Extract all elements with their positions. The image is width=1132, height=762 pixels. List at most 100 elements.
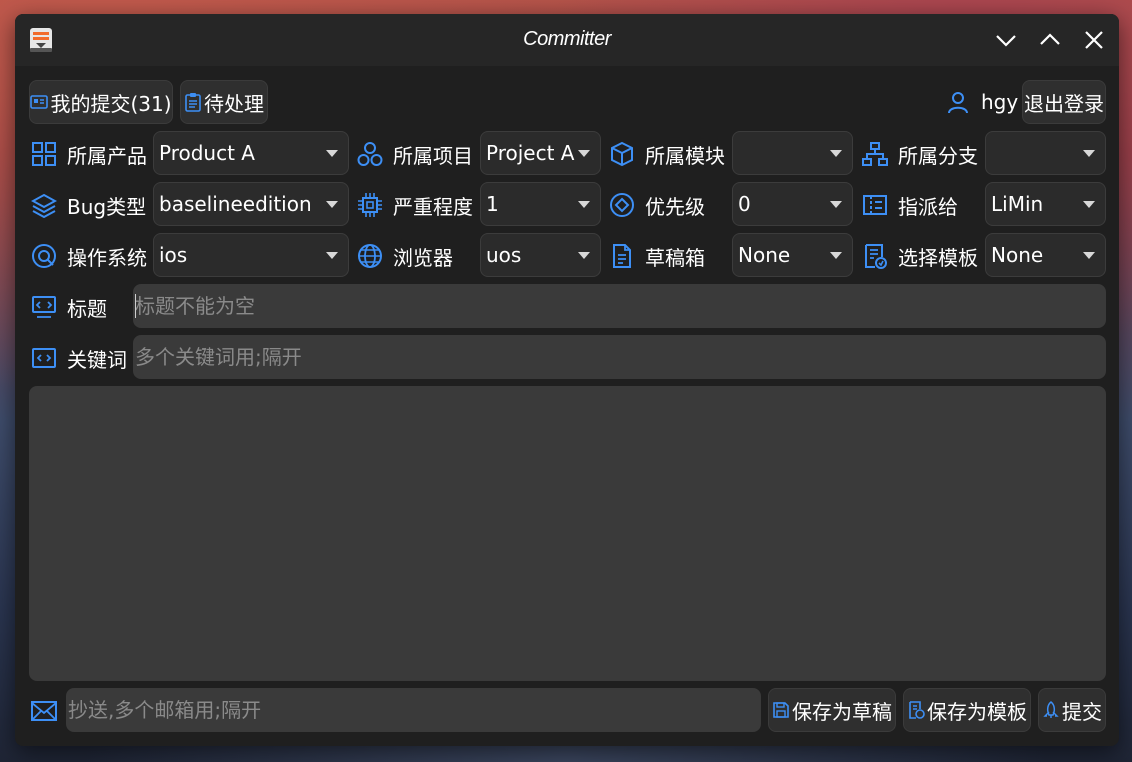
- module-select[interactable]: [732, 131, 853, 175]
- save-template-button[interactable]: 保存为模板: [903, 688, 1031, 732]
- template-label-group: 选择模板: [862, 234, 978, 278]
- chip-icon: [358, 193, 382, 217]
- template-save-icon: [909, 701, 925, 719]
- my-commits-label: 我的提交(31): [50, 91, 172, 116]
- mail-icon: [31, 701, 57, 721]
- severity-value: 1: [486, 192, 499, 216]
- sitemap-icon: [862, 142, 888, 166]
- project-label-group: 所属项目: [357, 132, 473, 176]
- dropdown-arrow-icon: [1083, 252, 1095, 259]
- product-label: 所属产品: [67, 143, 147, 168]
- product-select[interactable]: Product A: [153, 131, 349, 175]
- dropdown-arrow-icon: [326, 252, 338, 259]
- title-label: 标题: [67, 296, 107, 321]
- titlebar[interactable]: Committer: [15, 14, 1119, 66]
- pending-label: 待处理: [204, 91, 264, 116]
- keywords-input[interactable]: [133, 335, 1106, 379]
- project-label: 所属项目: [393, 143, 473, 168]
- globe-icon: [358, 244, 382, 268]
- assignee-label-group: 指派给: [862, 183, 958, 227]
- layers-icon: [31, 193, 57, 218]
- save-template-label: 保存为模板: [927, 699, 1027, 724]
- os-label: 操作系统: [67, 245, 147, 270]
- priority-label-group: 优先级: [609, 183, 705, 227]
- priority-label: 优先级: [645, 194, 705, 219]
- bug-type-value: baselineedition: [159, 192, 312, 216]
- project-select[interactable]: Project A: [480, 131, 601, 175]
- assignee-select[interactable]: LiMin: [985, 182, 1106, 226]
- save-draft-label: 保存为草稿: [792, 699, 892, 724]
- project-value: Project A: [486, 141, 575, 165]
- close-icon[interactable]: [1080, 26, 1108, 54]
- cc-email-input[interactable]: [66, 688, 761, 732]
- template-icon: [865, 244, 887, 269]
- dropdown-arrow-icon: [830, 150, 842, 157]
- assignee-label: 指派给: [898, 194, 958, 219]
- keywords-label: 关键词: [67, 347, 127, 372]
- user-icon: [948, 92, 968, 114]
- branch-select[interactable]: [985, 131, 1106, 175]
- description-textarea[interactable]: [29, 386, 1106, 681]
- severity-select[interactable]: 1: [480, 182, 601, 226]
- committer-window: Committer 我的提交(31) 待处理 hgy 退出登录 所属产品 Pro…: [15, 14, 1119, 746]
- module-label: 所属模块: [645, 143, 725, 168]
- module-label-group: 所属模块: [609, 132, 725, 176]
- bug-type-label: Bug类型: [67, 194, 147, 219]
- severity-label: 严重程度: [393, 194, 473, 219]
- browser-value: uos: [486, 243, 522, 267]
- template-value: None: [991, 243, 1044, 267]
- title-input[interactable]: [133, 284, 1106, 328]
- ticket-icon: [863, 195, 887, 215]
- save-draft-button[interactable]: 保存为草稿: [768, 688, 896, 732]
- dropdown-arrow-icon: [830, 201, 842, 208]
- pending-button[interactable]: 待处理: [180, 80, 268, 124]
- window-title: Committer: [523, 28, 611, 50]
- code-window-icon: [32, 348, 56, 368]
- priority-value: 0: [738, 192, 751, 216]
- grid-icon: [32, 142, 56, 166]
- os-label-group: 操作系统: [31, 234, 147, 278]
- floppy-icon: [773, 702, 789, 718]
- id-card-icon: [30, 95, 49, 109]
- branch-label-group: 所属分支: [862, 132, 978, 176]
- os-icon: [32, 244, 56, 268]
- text-caret: [135, 294, 136, 318]
- template-select[interactable]: None: [985, 233, 1106, 277]
- chevron-up-icon[interactable]: [1036, 26, 1064, 54]
- dropdown-arrow-icon: [830, 252, 842, 259]
- dropdown-arrow-icon: [1083, 150, 1095, 157]
- template-label: 选择模板: [898, 245, 978, 270]
- bug-type-select[interactable]: baselineedition: [153, 182, 349, 226]
- drafts-label-group: 草稿箱: [609, 234, 705, 278]
- os-value: ios: [159, 243, 188, 267]
- chevron-down-icon[interactable]: [992, 26, 1020, 54]
- logout-button[interactable]: 退出登录: [1022, 80, 1106, 124]
- branch-label: 所属分支: [898, 143, 978, 168]
- clipboard-icon: [185, 93, 201, 112]
- dropdown-arrow-icon: [578, 252, 590, 259]
- priority-select[interactable]: 0: [732, 182, 853, 226]
- assignee-value: LiMin: [991, 192, 1044, 216]
- browser-label-group: 浏览器: [357, 234, 453, 278]
- submit-label: 提交: [1062, 699, 1102, 724]
- drafts-label: 草稿箱: [645, 245, 705, 270]
- os-select[interactable]: ios: [153, 233, 349, 277]
- title-label-group: 标题: [31, 285, 107, 329]
- drafts-select[interactable]: None: [732, 233, 853, 277]
- dropdown-arrow-icon: [326, 150, 338, 157]
- cube-icon: [611, 141, 633, 167]
- product-label-group: 所属产品: [31, 132, 147, 176]
- drafts-value: None: [738, 243, 791, 267]
- rocket-icon: [1043, 701, 1059, 718]
- keywords-label-group: 关键词: [31, 336, 127, 380]
- submit-button[interactable]: 提交: [1038, 688, 1106, 732]
- dropdown-arrow-icon: [1083, 201, 1095, 208]
- document-icon: [613, 244, 631, 268]
- monitor-code-icon: [32, 296, 56, 318]
- my-commits-button[interactable]: 我的提交(31): [29, 80, 173, 124]
- product-value: Product A: [159, 141, 255, 165]
- browser-label: 浏览器: [393, 245, 453, 270]
- browser-select[interactable]: uos: [480, 233, 601, 277]
- dropdown-arrow-icon: [578, 201, 590, 208]
- dropdown-arrow-icon: [326, 201, 338, 208]
